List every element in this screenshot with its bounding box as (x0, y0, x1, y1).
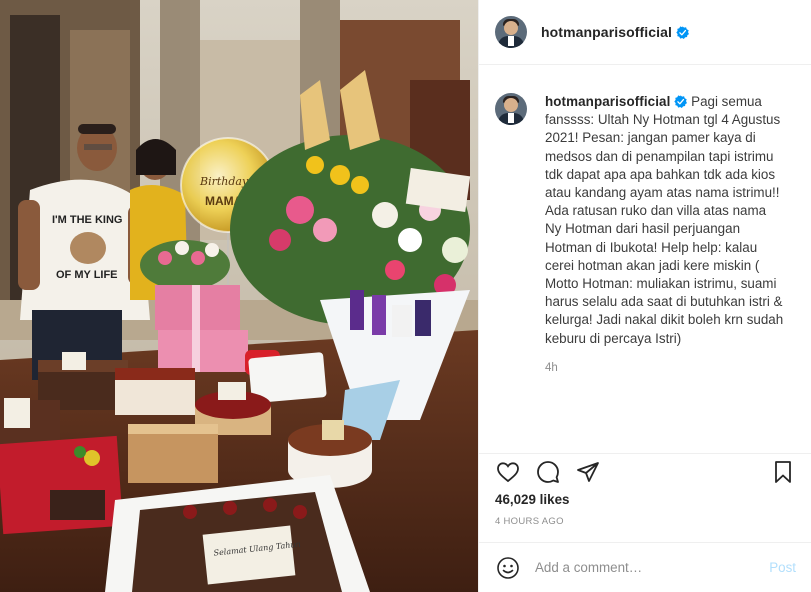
verified-badge-icon (676, 25, 690, 39)
post-actions: 46,029 likes 4 HOURS AGO (479, 453, 811, 527)
shirt-text-top: I'M THE KING (52, 214, 122, 226)
caption-age: 4h (545, 361, 558, 374)
verified-badge-icon (674, 95, 688, 108)
caption-avatar[interactable] (495, 93, 527, 125)
avatar[interactable] (495, 16, 527, 48)
comment-bar: Post (479, 542, 811, 592)
post-sidebar: hotmanparisofficial hotmanparisofficial … (478, 0, 811, 592)
smiley-icon[interactable] (495, 555, 521, 581)
paper-plane-icon[interactable] (575, 459, 601, 485)
post-header: hotmanparisofficial (479, 0, 811, 65)
caption-body: Pagi semua fanssss: Ultah Ny Hotman tgl … (545, 94, 784, 346)
caption-text: hotmanparisofficial Pagi semua fanssss: … (545, 93, 785, 348)
post-timestamp[interactable]: 4 HOURS AGO (495, 516, 796, 527)
likes-count[interactable]: 46,029 likes (495, 492, 796, 507)
heart-icon[interactable] (495, 459, 521, 485)
post-photo[interactable]: I'M THE KING OF MY LIFE Birthday MAMA Se… (0, 0, 478, 592)
bookmark-icon[interactable] (770, 459, 796, 485)
birthday-photo: I'M THE KING OF MY LIFE Birthday MAMA Se… (0, 0, 478, 592)
username-link[interactable]: hotmanparisofficial (541, 24, 672, 40)
comment-icon[interactable] (535, 459, 561, 485)
caption-area: hotmanparisofficial Pagi semua fanssss: … (479, 65, 811, 453)
shirt-text-bottom: OF MY LIFE (56, 269, 118, 281)
balloon-text-top: Birthday (199, 175, 249, 188)
post-comment-button[interactable]: Post (769, 560, 796, 575)
comment-input[interactable] (535, 560, 770, 575)
caption-username[interactable]: hotmanparisofficial (545, 94, 670, 109)
